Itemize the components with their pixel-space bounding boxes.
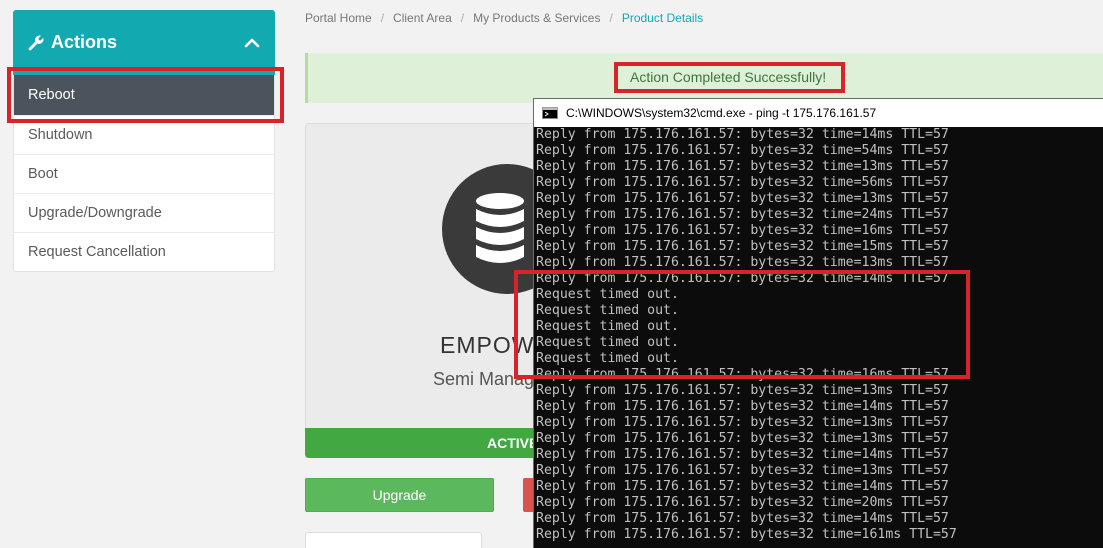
console-line: Request timed out. bbox=[536, 319, 679, 334]
cmd-console[interactable]: Reply from 175.176.161.57: bytes=32 time… bbox=[534, 127, 1103, 548]
console-line: Reply from 175.176.161.57: bytes=32 time… bbox=[536, 191, 949, 206]
sidebar-item-request-cancellation[interactable]: Request Cancellation bbox=[14, 232, 274, 271]
breadcrumb-separator: / bbox=[609, 11, 613, 25]
console-line: Reply from 175.176.161.57: bytes=32 time… bbox=[536, 415, 949, 430]
success-alert: Action Completed Successfully! bbox=[305, 53, 1103, 103]
bottom-tab[interactable] bbox=[305, 532, 482, 548]
breadcrumb-product-details: Product Details bbox=[621, 11, 704, 25]
breadcrumb-my-products[interactable]: My Products & Services bbox=[473, 11, 600, 25]
cmd-titlebar[interactable]: C:\WINDOWS\system32\cmd.exe - ping -t 17… bbox=[534, 99, 1103, 127]
console-line: Reply from 175.176.161.57: bytes=32 time… bbox=[536, 239, 949, 254]
status-badge: ACTIVE bbox=[305, 428, 565, 458]
console-line: Reply from 175.176.161.57: bytes=32 time… bbox=[536, 463, 949, 478]
console-line: Reply from 175.176.161.57: bytes=32 time… bbox=[536, 383, 949, 398]
console-line: Reply from 175.176.161.57: bytes=32 time… bbox=[536, 527, 957, 542]
console-line: Reply from 175.176.161.57: bytes=32 time… bbox=[536, 127, 949, 142]
console-line: Reply from 175.176.161.57: bytes=32 time… bbox=[536, 159, 949, 174]
console-line: Reply from 175.176.161.57: bytes=32 time… bbox=[536, 399, 949, 414]
console-line: Reply from 175.176.161.57: bytes=32 time… bbox=[536, 367, 949, 382]
console-line: Reply from 175.176.161.57: bytes=32 time… bbox=[536, 175, 949, 190]
console-line: Reply from 175.176.161.57: bytes=32 time… bbox=[536, 223, 949, 238]
cmd-window[interactable]: C:\WINDOWS\system32\cmd.exe - ping -t 17… bbox=[533, 98, 1103, 548]
console-line: Request timed out. bbox=[536, 303, 679, 318]
product-subtitle: Semi Manag bbox=[433, 369, 535, 389]
product-name: EMPOW bbox=[440, 332, 535, 358]
cmd-title: C:\WINDOWS\system32\cmd.exe - ping -t 17… bbox=[566, 106, 877, 120]
console-line: Reply from 175.176.161.57: bytes=32 time… bbox=[536, 495, 949, 510]
wrench-icon bbox=[28, 35, 44, 50]
sidebar-item-reboot[interactable]: Reboot bbox=[14, 75, 274, 115]
console-line: Reply from 175.176.161.57: bytes=32 time… bbox=[536, 447, 949, 462]
actions-panel-header[interactable]: Actions bbox=[13, 10, 275, 75]
cmd-window-icon bbox=[542, 107, 558, 119]
console-line: Request timed out. bbox=[536, 335, 679, 350]
sidebar-item-shutdown[interactable]: Shutdown bbox=[14, 115, 274, 154]
console-line: Reply from 175.176.161.57: bytes=32 time… bbox=[536, 511, 949, 526]
breadcrumb-client-area[interactable]: Client Area bbox=[393, 11, 452, 25]
chevron-up-icon[interactable] bbox=[243, 34, 261, 52]
product-card: EMPOW Semi Manag bbox=[305, 123, 565, 458]
console-line: Reply from 175.176.161.57: bytes=32 time… bbox=[536, 207, 949, 222]
console-line: Request timed out. bbox=[536, 287, 679, 302]
sidebar-item-boot[interactable]: Boot bbox=[14, 154, 274, 193]
breadcrumb-separator: / bbox=[460, 11, 465, 25]
breadcrumb-portal-home[interactable]: Portal Home bbox=[305, 11, 372, 25]
console-line: Reply from 175.176.161.57: bytes=32 time… bbox=[536, 255, 949, 270]
console-line: Request timed out. bbox=[536, 351, 679, 366]
actions-title: Actions bbox=[51, 32, 118, 52]
console-line: Reply from 175.176.161.57: bytes=32 time… bbox=[536, 431, 949, 446]
breadcrumb-separator: / bbox=[380, 11, 385, 25]
sidebar-item-upgrade-downgrade[interactable]: Upgrade/Downgrade bbox=[14, 193, 274, 232]
console-line: Reply from 175.176.161.57: bytes=32 time… bbox=[536, 271, 949, 286]
alert-message: Action Completed Successfully! bbox=[630, 69, 827, 85]
console-line: Reply from 175.176.161.57: bytes=32 time… bbox=[536, 479, 949, 494]
upgrade-button[interactable]: Upgrade bbox=[305, 478, 494, 512]
breadcrumb: Portal Home / Client Area / My Products … bbox=[305, 11, 703, 25]
actions-list: Reboot Shutdown Boot Upgrade/Downgrade R… bbox=[13, 75, 275, 272]
console-line: Reply from 175.176.161.57: bytes=32 time… bbox=[536, 143, 949, 158]
actions-sidebar: Actions Reboot Shutdown Boot Upgrade/Dow… bbox=[13, 10, 275, 272]
